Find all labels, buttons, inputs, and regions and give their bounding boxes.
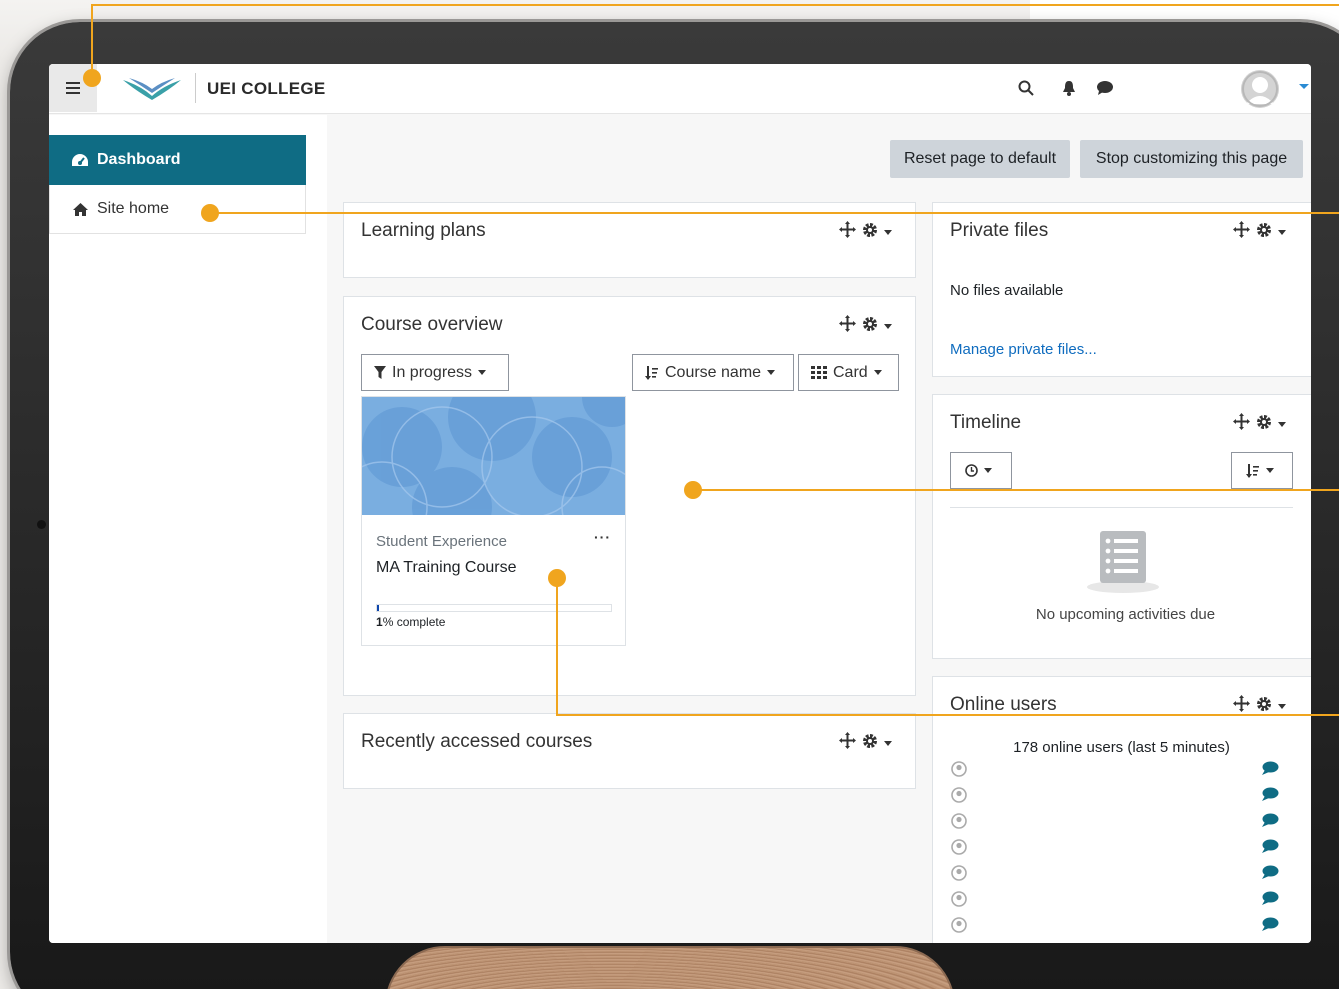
callout-lines bbox=[83, 4, 1339, 716]
callout-dot-site-home bbox=[201, 204, 219, 222]
callout-dot-course-overview bbox=[684, 481, 702, 499]
callout-dot-course-card bbox=[548, 569, 566, 587]
callout-dot-menu bbox=[83, 69, 101, 87]
callout-line-course-card bbox=[556, 578, 1339, 716]
callout-line-menu bbox=[91, 4, 1339, 78]
